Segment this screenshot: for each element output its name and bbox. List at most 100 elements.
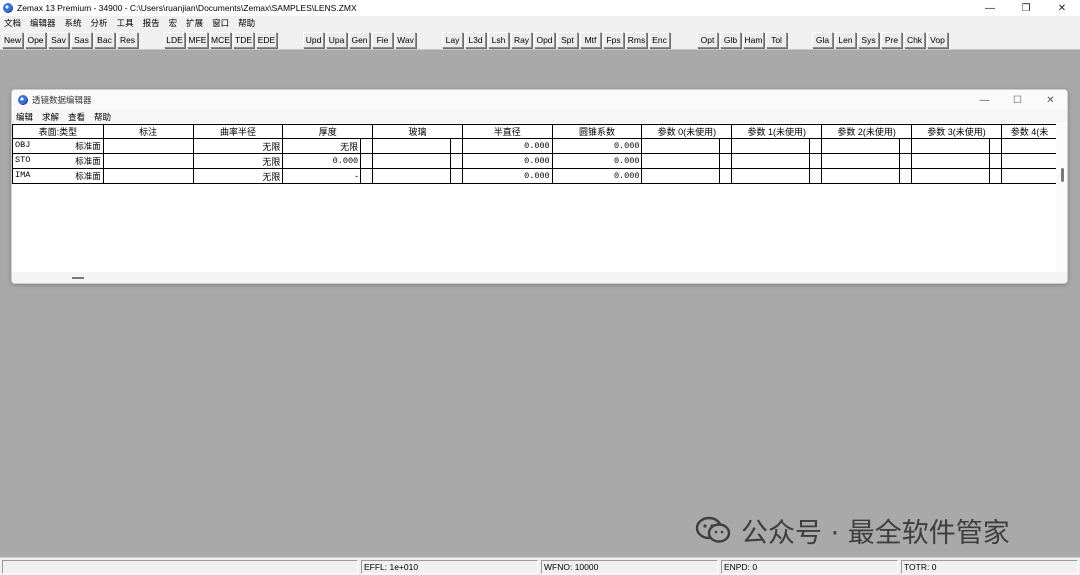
glass-cell[interactable] <box>372 168 451 184</box>
tb-new-button[interactable]: New <box>2 32 23 48</box>
tb-restore-button[interactable]: Res <box>117 32 138 48</box>
tb-rms-button[interactable]: Rms <box>626 32 647 48</box>
editor-menu-view[interactable]: 查看 <box>68 111 85 123</box>
tb-open-button[interactable]: Ope <box>25 32 46 48</box>
comment-cell[interactable] <box>102 138 194 154</box>
maximize-icon[interactable]: ❐ <box>1008 0 1044 16</box>
tb-ede-button[interactable]: EDE <box>256 32 277 48</box>
col-header-par3[interactable]: 参数 3(未使用) <box>911 124 1002 139</box>
tb-fps-button[interactable]: Fps <box>603 32 624 48</box>
menu-window[interactable]: 窗口 <box>212 17 229 29</box>
solve-cell[interactable] <box>809 168 823 184</box>
tb-l3d-button[interactable]: L3d <box>465 32 486 48</box>
glass-cell[interactable] <box>372 138 451 154</box>
tb-save-button[interactable]: Sav <box>48 32 69 48</box>
menu-macros[interactable]: 宏 <box>169 17 178 29</box>
solve-cell[interactable] <box>899 138 913 154</box>
tb-saveas-button[interactable]: Sas <box>71 32 92 48</box>
solve-cell[interactable] <box>809 138 823 154</box>
solve-cell[interactable] <box>988 153 1002 169</box>
menu-file[interactable]: 文档 <box>4 17 21 29</box>
par4-cell[interactable] <box>1000 138 1058 154</box>
tb-layout-button[interactable]: Lay <box>442 32 463 48</box>
menu-editors[interactable]: 编辑器 <box>30 17 56 29</box>
tb-update-button[interactable]: Upd <box>303 32 324 48</box>
par1-cell[interactable] <box>731 168 811 184</box>
tb-mce-button[interactable]: MCE <box>210 32 231 48</box>
solve-cell[interactable] <box>988 138 1002 154</box>
glass-cell[interactable] <box>372 153 451 169</box>
vertical-scrollbar[interactable] <box>1056 124 1067 274</box>
menu-analysis[interactable]: 分析 <box>91 17 108 29</box>
par1-cell[interactable] <box>731 138 811 154</box>
menu-tools[interactable]: 工具 <box>117 17 134 29</box>
col-header-par0[interactable]: 参数 0(未使用) <box>641 124 733 139</box>
tb-lsh-button[interactable]: Lsh <box>488 32 509 48</box>
tb-vop-button[interactable]: Vop <box>927 32 948 48</box>
conic-cell[interactable]: 0.000 <box>551 153 643 169</box>
par2-cell[interactable] <box>821 168 901 184</box>
tb-general-button[interactable]: Gen <box>349 32 370 48</box>
tb-spot-button[interactable]: Spt <box>557 32 578 48</box>
col-header-glass[interactable]: 玻璃 <box>372 124 463 139</box>
tb-field-button[interactable]: Fie <box>372 32 393 48</box>
tb-opd-button[interactable]: Opd <box>534 32 555 48</box>
solve-cell[interactable] <box>899 153 913 169</box>
solve-cell[interactable] <box>899 168 913 184</box>
radius-cell[interactable]: 无限 <box>192 138 284 154</box>
tb-glass-button[interactable]: Gla <box>812 32 833 48</box>
par2-cell[interactable] <box>821 138 901 154</box>
solve-cell[interactable] <box>360 168 374 184</box>
horizontal-scrollbar[interactable] <box>12 272 1067 283</box>
col-header-par4[interactable]: 参数 4(未 <box>1000 124 1058 139</box>
tb-global-button[interactable]: Glb <box>720 32 741 48</box>
tb-optimize-button[interactable]: Opt <box>697 32 718 48</box>
editor-menu-help[interactable]: 帮助 <box>94 111 111 123</box>
surface-cell[interactable]: IMA 标准面 <box>12 168 104 184</box>
tb-hammer-button[interactable]: Ham <box>743 32 764 48</box>
col-header-par1[interactable]: 参数 1(未使用) <box>731 124 823 139</box>
tb-lde-button[interactable]: LDE <box>164 32 185 48</box>
solve-cell[interactable] <box>360 138 374 154</box>
solve-cell[interactable] <box>360 153 374 169</box>
semi-diameter-cell[interactable]: 0.000 <box>461 138 553 154</box>
menu-extensions[interactable]: 扩展 <box>186 17 203 29</box>
par3-cell[interactable] <box>911 168 990 184</box>
par3-cell[interactable] <box>911 138 990 154</box>
solve-cell[interactable] <box>719 138 733 154</box>
solve-cell[interactable] <box>449 153 463 169</box>
par0-cell[interactable] <box>641 168 721 184</box>
par1-cell[interactable] <box>731 153 811 169</box>
tb-update-all-button[interactable]: Upa <box>326 32 347 48</box>
surface-cell[interactable]: STO 标准面 <box>12 153 104 169</box>
conic-cell[interactable]: 0.000 <box>551 138 643 154</box>
editor-close-icon[interactable]: ✕ <box>1034 90 1067 110</box>
editor-minimize-icon[interactable]: — <box>968 90 1001 110</box>
semi-diameter-cell[interactable]: 0.000 <box>461 153 553 169</box>
tb-backup-button[interactable]: Bac <box>94 32 115 48</box>
tb-prescription-button[interactable]: Pre <box>881 32 902 48</box>
radius-cell[interactable]: 无限 <box>192 168 284 184</box>
conic-cell[interactable]: 0.000 <box>551 168 643 184</box>
menu-reports[interactable]: 报告 <box>143 17 160 29</box>
tb-lens-button[interactable]: Len <box>835 32 856 48</box>
par0-cell[interactable] <box>641 153 721 169</box>
tb-enc-button[interactable]: Enc <box>649 32 670 48</box>
tb-tolerance-button[interactable]: Tol <box>766 32 787 48</box>
editor-menu-solves[interactable]: 求解 <box>42 111 59 123</box>
col-header-thickness[interactable]: 厚度 <box>282 124 374 139</box>
menu-system[interactable]: 系统 <box>65 17 82 29</box>
close-icon[interactable]: ✕ <box>1044 0 1080 16</box>
par0-cell[interactable] <box>641 138 721 154</box>
solve-cell[interactable] <box>719 153 733 169</box>
tb-mfe-button[interactable]: MFE <box>187 32 208 48</box>
comment-cell[interactable] <box>102 153 194 169</box>
solve-cell[interactable] <box>809 153 823 169</box>
col-header-radius[interactable]: 曲率半径 <box>192 124 284 139</box>
vertical-scroll-thumb[interactable] <box>1061 168 1064 182</box>
par4-cell[interactable] <box>1000 168 1058 184</box>
horizontal-scroll-thumb[interactable] <box>72 277 84 279</box>
col-header-par2[interactable]: 参数 2(未使用) <box>821 124 913 139</box>
editor-maximize-icon[interactable]: ☐ <box>1001 90 1034 110</box>
col-header-conic[interactable]: 圆锥系数 <box>551 124 643 139</box>
